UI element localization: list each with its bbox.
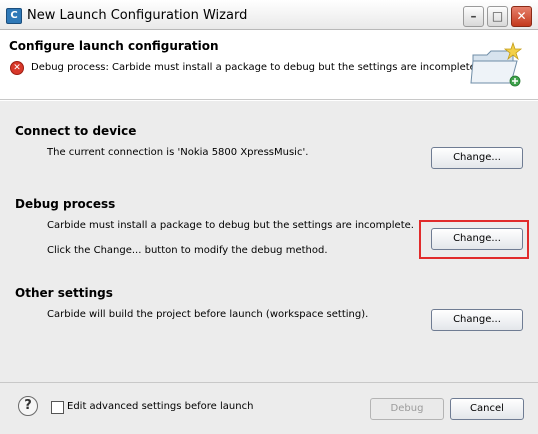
minimize-icon: – (470, 9, 477, 23)
debug-change-button[interactable]: Change... (431, 228, 523, 250)
maximize-button[interactable]: □ (487, 6, 508, 27)
help-icon[interactable]: ? (18, 396, 38, 416)
debug-description: Carbide must install a package to debug … (47, 220, 414, 231)
cancel-button[interactable]: Cancel (450, 398, 524, 420)
banner-error-message: Debug process: Carbide must install a pa… (31, 62, 479, 73)
minimize-button[interactable]: – (463, 6, 484, 27)
window-title: New Launch Configuration Wizard (27, 8, 248, 23)
debug-section-title: Debug process (15, 197, 116, 211)
error-icon: ✕ (10, 61, 24, 75)
edit-advanced-label[interactable]: Edit advanced settings before launch (67, 401, 253, 412)
close-button[interactable]: ✕ (511, 6, 532, 27)
other-description: Carbide will build the project before la… (47, 309, 369, 320)
title-bar: C New Launch Configuration Wizard – □ ✕ (0, 0, 538, 30)
app-icon: C (6, 8, 22, 24)
debug-button[interactable]: Debug (370, 398, 444, 420)
wizard-footer: ? Edit advanced settings before launch D… (0, 382, 538, 434)
wizard-content: Connect to device The current connection… (0, 101, 538, 382)
folder-wizard-icon (470, 41, 523, 87)
debug-hint: Click the Change... button to modify the… (47, 245, 328, 256)
wizard-banner: Configure launch configuration ✕ Debug p… (0, 31, 538, 100)
connect-section-title: Connect to device (15, 124, 137, 138)
connect-description: The current connection is 'Nokia 5800 Xp… (47, 147, 309, 158)
banner-title: Configure launch configuration (9, 39, 219, 53)
connect-change-button[interactable]: Change... (431, 147, 523, 169)
close-icon: ✕ (516, 9, 527, 23)
other-section-title: Other settings (15, 286, 113, 300)
edit-advanced-checkbox[interactable] (51, 401, 64, 414)
other-change-button[interactable]: Change... (431, 309, 523, 331)
maximize-icon: □ (491, 9, 504, 23)
